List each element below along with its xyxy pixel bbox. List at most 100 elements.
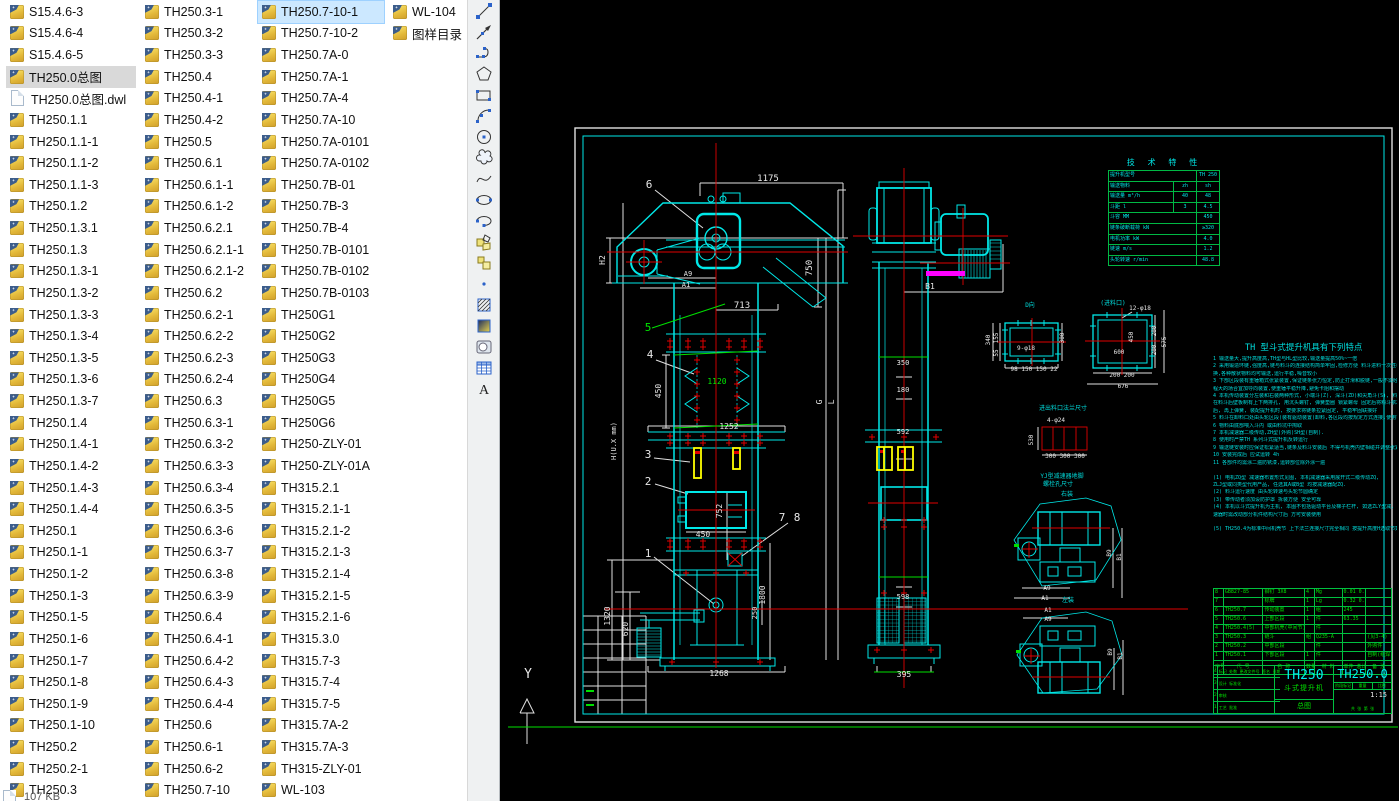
revision-cloud-tool[interactable] bbox=[471, 147, 497, 168]
file-item[interactable]: TH250.1.2 bbox=[6, 196, 136, 218]
insert-block-tool[interactable] bbox=[471, 231, 497, 252]
file-item[interactable]: TH250.1-8 bbox=[6, 671, 136, 693]
file-item[interactable]: TH250.6 bbox=[141, 715, 253, 737]
file-item[interactable]: S15.4.6-4 bbox=[6, 23, 136, 45]
file-item[interactable]: TH250.6.2-3 bbox=[141, 347, 253, 369]
spline-tool[interactable] bbox=[471, 168, 497, 189]
polygon-tool[interactable] bbox=[471, 63, 497, 84]
file-item[interactable]: TH250.1 bbox=[6, 520, 136, 542]
file-item[interactable]: TH250-ZLY-01A bbox=[258, 455, 384, 477]
file-item[interactable]: TH250.1-6 bbox=[6, 628, 136, 650]
file-item[interactable]: TH250.6.2.1 bbox=[141, 217, 253, 239]
circle-tool[interactable] bbox=[471, 126, 497, 147]
file-item[interactable]: TH250G1 bbox=[258, 304, 384, 326]
file-item[interactable]: TH250.1.3-7 bbox=[6, 390, 136, 412]
file-item[interactable]: S15.4.6-3 bbox=[6, 1, 136, 23]
file-item[interactable]: TH250.1-9 bbox=[6, 693, 136, 715]
file-item[interactable]: TH250.6.3-9 bbox=[141, 585, 253, 607]
gradient-tool[interactable] bbox=[471, 315, 497, 336]
file-item[interactable]: TH250.6.4-3 bbox=[141, 671, 253, 693]
file-item[interactable]: TH250G5 bbox=[258, 390, 384, 412]
file-item[interactable]: TH250.1-1 bbox=[6, 542, 136, 564]
file-item[interactable]: TH250.6.1-2 bbox=[141, 196, 253, 218]
file-item[interactable]: TH250G3 bbox=[258, 347, 384, 369]
table-tool[interactable] bbox=[471, 357, 497, 378]
file-item[interactable]: TH315.2.1-1 bbox=[258, 498, 384, 520]
construction-line-tool[interactable] bbox=[471, 21, 497, 42]
file-item[interactable]: TH250.6.1 bbox=[141, 152, 253, 174]
file-item[interactable]: TH250.1.1-3 bbox=[6, 174, 136, 196]
file-item[interactable]: TH250.7B-0102 bbox=[258, 261, 384, 283]
file-item[interactable]: TH250.6.4-4 bbox=[141, 693, 253, 715]
line-tool[interactable] bbox=[471, 0, 497, 21]
file-item[interactable]: TH315.2.1-6 bbox=[258, 607, 384, 629]
file-item[interactable]: TH250.3-1 bbox=[141, 1, 253, 23]
file-item[interactable]: TH315.2.1-4 bbox=[258, 563, 384, 585]
file-item[interactable]: TH315.7-4 bbox=[258, 671, 384, 693]
file-item[interactable]: TH315-ZLY-01 bbox=[258, 758, 384, 780]
make-block-tool[interactable] bbox=[471, 252, 497, 273]
file-item[interactable]: TH250.6.2.1-1 bbox=[141, 239, 253, 261]
file-item[interactable]: TH315.2.1-3 bbox=[258, 542, 384, 564]
file-item[interactable]: WL-103 bbox=[258, 780, 384, 801]
file-item[interactable]: TH250G2 bbox=[258, 325, 384, 347]
file-item[interactable]: TH315.7-3 bbox=[258, 650, 384, 672]
file-item[interactable]: TH250.1.3.1 bbox=[6, 217, 136, 239]
file-item[interactable]: TH250G4 bbox=[258, 369, 384, 391]
file-item[interactable]: TH250.2 bbox=[6, 736, 136, 758]
file-item[interactable]: TH250.6.2-1 bbox=[141, 304, 253, 326]
file-item[interactable]: TH250.0总图.dwl bbox=[6, 88, 136, 110]
file-item[interactable]: TH250.6.4-2 bbox=[141, 650, 253, 672]
hatch-tool[interactable] bbox=[471, 294, 497, 315]
file-item[interactable]: TH315.7A-3 bbox=[258, 736, 384, 758]
file-item[interactable]: WL-104 bbox=[389, 1, 465, 23]
file-item[interactable]: TH250.6.3-2 bbox=[141, 434, 253, 456]
file-item[interactable]: TH250G6 bbox=[258, 412, 384, 434]
ellipse-arc-tool[interactable] bbox=[471, 210, 497, 231]
file-item[interactable]: TH250.7-10 bbox=[141, 780, 253, 801]
file-item[interactable]: TH315.7-5 bbox=[258, 693, 384, 715]
file-item[interactable]: TH250.2-1 bbox=[6, 758, 136, 780]
file-item[interactable]: TH250.1-7 bbox=[6, 650, 136, 672]
file-item[interactable]: TH250.5 bbox=[141, 131, 253, 153]
file-item[interactable]: 图样目录 bbox=[389, 23, 465, 45]
file-item[interactable]: TH250.6.3-8 bbox=[141, 563, 253, 585]
polyline-tool[interactable] bbox=[471, 42, 497, 63]
file-explorer-panel[interactable]: S15.4.6-3S15.4.6-4S15.4.6-5TH250.0总图TH25… bbox=[0, 0, 467, 801]
file-item[interactable]: TH250.7B-0101 bbox=[258, 239, 384, 261]
file-item[interactable]: TH315.2.1-5 bbox=[258, 585, 384, 607]
file-item[interactable]: TH250.6.3-1 bbox=[141, 412, 253, 434]
file-item[interactable]: TH250.3-3 bbox=[141, 44, 253, 66]
region-tool[interactable] bbox=[471, 336, 497, 357]
file-item[interactable]: TH250.6.3-5 bbox=[141, 498, 253, 520]
file-item[interactable]: TH315.2.1-2 bbox=[258, 520, 384, 542]
file-item[interactable]: TH250.1.1-2 bbox=[6, 152, 136, 174]
file-item[interactable]: TH250.1.1-1 bbox=[6, 131, 136, 153]
file-item[interactable]: TH250.7A-0102 bbox=[258, 152, 384, 174]
file-item[interactable]: TH250.1.4-2 bbox=[6, 455, 136, 477]
file-item[interactable]: TH315.2.1 bbox=[258, 477, 384, 499]
file-item[interactable]: TH250.6.3-7 bbox=[141, 542, 253, 564]
file-item[interactable]: TH250.7B-01 bbox=[258, 174, 384, 196]
file-item[interactable]: TH250.1.3-6 bbox=[6, 369, 136, 391]
file-item[interactable]: TH250.1.3-1 bbox=[6, 261, 136, 283]
file-item[interactable]: TH250.6.2-2 bbox=[141, 325, 253, 347]
rectangle-tool[interactable] bbox=[471, 84, 497, 105]
cad-viewport[interactable]: 1175750713H2A9A1654321784501120125275245… bbox=[500, 0, 1399, 801]
file-item[interactable]: TH250.7-10-2 bbox=[258, 23, 384, 45]
file-item[interactable]: TH250.1.3-5 bbox=[6, 347, 136, 369]
point-tool[interactable] bbox=[471, 273, 497, 294]
file-item[interactable]: TH250.1-10 bbox=[6, 715, 136, 737]
file-item[interactable]: TH250.1.1 bbox=[6, 109, 136, 131]
file-item[interactable]: TH250.0总图 bbox=[6, 66, 136, 88]
file-item[interactable]: TH250.1-3 bbox=[6, 585, 136, 607]
file-item[interactable]: TH250.7A-0 bbox=[258, 44, 384, 66]
file-item[interactable]: TH250.7B-0103 bbox=[258, 282, 384, 304]
file-item[interactable]: TH250.6.3-3 bbox=[141, 455, 253, 477]
file-item[interactable]: TH250.6.3-6 bbox=[141, 520, 253, 542]
file-item[interactable]: TH250.6.2 bbox=[141, 282, 253, 304]
file-item[interactable]: TH250.7A-1 bbox=[258, 66, 384, 88]
file-item[interactable]: TH250.7B-3 bbox=[258, 196, 384, 218]
draw-toolbar[interactable]: A bbox=[467, 0, 500, 801]
file-item[interactable]: TH250.1.4 bbox=[6, 412, 136, 434]
